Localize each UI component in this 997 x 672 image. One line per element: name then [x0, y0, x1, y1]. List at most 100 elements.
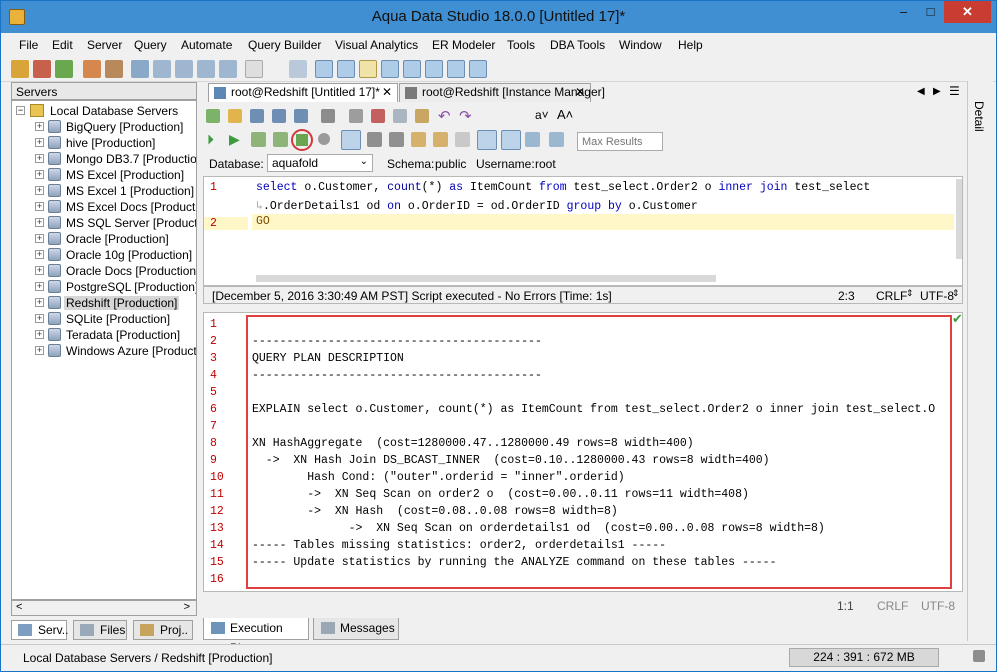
sql-editor[interactable]: 1 2 select o.Customer, count(*) as ItemC… — [203, 176, 963, 286]
tab-projects[interactable]: Proj.. — [133, 620, 193, 640]
new-connection-icon[interactable] — [11, 60, 29, 78]
encoding-select[interactable]: UTF-8 — [920, 289, 954, 303]
edit-tools-icon[interactable] — [105, 60, 123, 78]
execute-icon[interactable]: ▶ — [229, 131, 240, 148]
layout-7-icon[interactable] — [447, 60, 465, 78]
tab-scroll-right-icon[interactable]: ▶ — [933, 86, 941, 97]
layout-4-icon[interactable] — [381, 60, 399, 78]
menu-server[interactable]: Server — [87, 38, 122, 52]
execute-selection-icon[interactable] — [273, 132, 288, 147]
scroll-left-icon[interactable]: < — [16, 601, 22, 613]
history-icon[interactable] — [289, 60, 307, 78]
results-grid-icon[interactable] — [477, 130, 497, 150]
expand-icon[interactable]: + — [35, 170, 44, 179]
expand-icon[interactable]: + — [35, 266, 44, 275]
register-server-icon[interactable] — [33, 60, 51, 78]
layout-3-icon[interactable] — [359, 60, 377, 78]
tab-messages[interactable]: Messages — [313, 618, 399, 640]
menu-edit[interactable]: Edit — [52, 38, 73, 52]
chevron-updown-icon[interactable]: ⇕ — [952, 288, 960, 299]
expand-icon[interactable]: + — [35, 218, 44, 227]
tab-execution-plan[interactable]: Execution Plan — [203, 618, 309, 655]
line-ending-select[interactable]: CRLF — [876, 289, 907, 303]
cut-icon[interactable] — [371, 109, 385, 123]
expand-icon[interactable]: + — [35, 154, 44, 163]
maximize-button[interactable]: □ — [917, 1, 944, 23]
results-export-icon[interactable] — [549, 132, 564, 147]
layout-5-icon[interactable] — [403, 60, 421, 78]
menu-query-builder[interactable]: Query Builder — [248, 38, 321, 52]
menu-help[interactable]: Help — [678, 38, 703, 52]
tab-close-icon[interactable]: ✕ — [382, 84, 392, 101]
tab-close-icon[interactable]: ✕ — [575, 84, 585, 101]
editor-horizontal-scrollbar[interactable] — [256, 275, 716, 282]
page-icon[interactable] — [245, 60, 263, 78]
expand-icon[interactable]: + — [35, 314, 44, 323]
max-results-input[interactable] — [577, 132, 663, 151]
chevron-updown-icon[interactable]: ⇕ — [906, 288, 914, 299]
undo-icon[interactable]: ↶ — [438, 107, 451, 125]
expand-icon[interactable]: + — [35, 122, 44, 131]
scripts-icon[interactable] — [219, 60, 237, 78]
commit-icon[interactable] — [367, 132, 382, 147]
expand-icon[interactable]: + — [35, 138, 44, 147]
menu-window[interactable]: Window — [619, 38, 662, 52]
results-file-icon[interactable] — [525, 132, 540, 147]
print-icon[interactable] — [321, 109, 335, 123]
expand-icon[interactable]: + — [35, 202, 44, 211]
chevron-down-icon[interactable]: ⌄ — [360, 156, 368, 167]
menu-file[interactable]: File — [19, 38, 38, 52]
menu-query[interactable]: Query — [134, 38, 167, 52]
expand-icon[interactable]: + — [35, 298, 44, 307]
copy-icon[interactable] — [393, 109, 407, 123]
editor-vertical-scrollbar[interactable] — [956, 179, 962, 259]
format-icon[interactable] — [411, 132, 426, 147]
explain-plan-button[interactable] — [291, 129, 313, 151]
expand-icon[interactable]: + — [35, 330, 44, 339]
database-select[interactable]: aquafold ⌄ — [267, 154, 373, 172]
tools-icon[interactable] — [83, 60, 101, 78]
garbage-collect-icon[interactable] — [973, 650, 985, 662]
save-all-icon[interactable] — [294, 109, 308, 123]
increase-font-icon[interactable]: A˄ — [557, 107, 573, 122]
query-window-icon[interactable] — [131, 60, 149, 78]
layout-2-icon[interactable] — [337, 60, 355, 78]
layout-1-icon[interactable] — [315, 60, 333, 78]
auto-commit-icon[interactable] — [341, 130, 361, 150]
tab-files[interactable]: Files — [73, 620, 127, 640]
menu-automate[interactable]: Automate — [181, 38, 232, 52]
expand-icon[interactable]: + — [35, 234, 44, 243]
expand-icon[interactable]: + — [35, 250, 44, 259]
close-button[interactable]: ✕ — [944, 1, 991, 23]
query-builder-icon[interactable] — [153, 60, 171, 78]
options-icon[interactable] — [455, 132, 470, 147]
minimize-button[interactable]: – — [890, 1, 917, 23]
tab-instance-manager[interactable]: root@Redshift [Instance Manager] ✕ — [399, 83, 605, 102]
comment-icon[interactable] — [433, 132, 448, 147]
menu-visual-analytics[interactable]: Visual Analytics — [335, 38, 418, 52]
stop-icon[interactable] — [318, 133, 330, 145]
redo-icon[interactable]: ↷ — [459, 107, 472, 125]
scroll-right-icon[interactable]: > — [184, 601, 190, 613]
rollback-icon[interactable] — [389, 132, 404, 147]
tab-menu-icon[interactable]: ☰ — [949, 84, 960, 98]
tree-horizontal-scrollbar[interactable]: < > — [11, 600, 197, 616]
expand-icon[interactable]: + — [35, 346, 44, 355]
tab-servers[interactable]: Serv.. — [11, 620, 68, 640]
menu-dba-tools[interactable]: DBA Tools — [550, 38, 605, 52]
menu-er-modeler[interactable]: ER Modeler — [432, 38, 495, 52]
collapse-icon[interactable]: − — [16, 106, 25, 115]
memory-indicator[interactable]: 224 : 391 : 672 MB — [789, 648, 939, 667]
decrease-font-icon[interactable]: a˅ — [535, 108, 549, 122]
save-as-icon[interactable] — [272, 109, 286, 123]
save-icon[interactable] — [250, 109, 264, 123]
open-icon[interactable] — [228, 109, 242, 123]
tab-untitled-17[interactable]: root@Redshift [Untitled 17]* ✕ — [208, 83, 398, 102]
undo-cut-icon[interactable] — [349, 109, 363, 123]
expand-icon[interactable]: + — [35, 282, 44, 291]
execute-all-icon[interactable]: ⏵ — [207, 131, 214, 148]
menu-tools[interactable]: Tools — [507, 38, 535, 52]
expand-icon[interactable]: + — [35, 186, 44, 195]
detail-panel[interactable]: Detail — [967, 81, 993, 641]
paste-icon[interactable] — [415, 109, 429, 123]
